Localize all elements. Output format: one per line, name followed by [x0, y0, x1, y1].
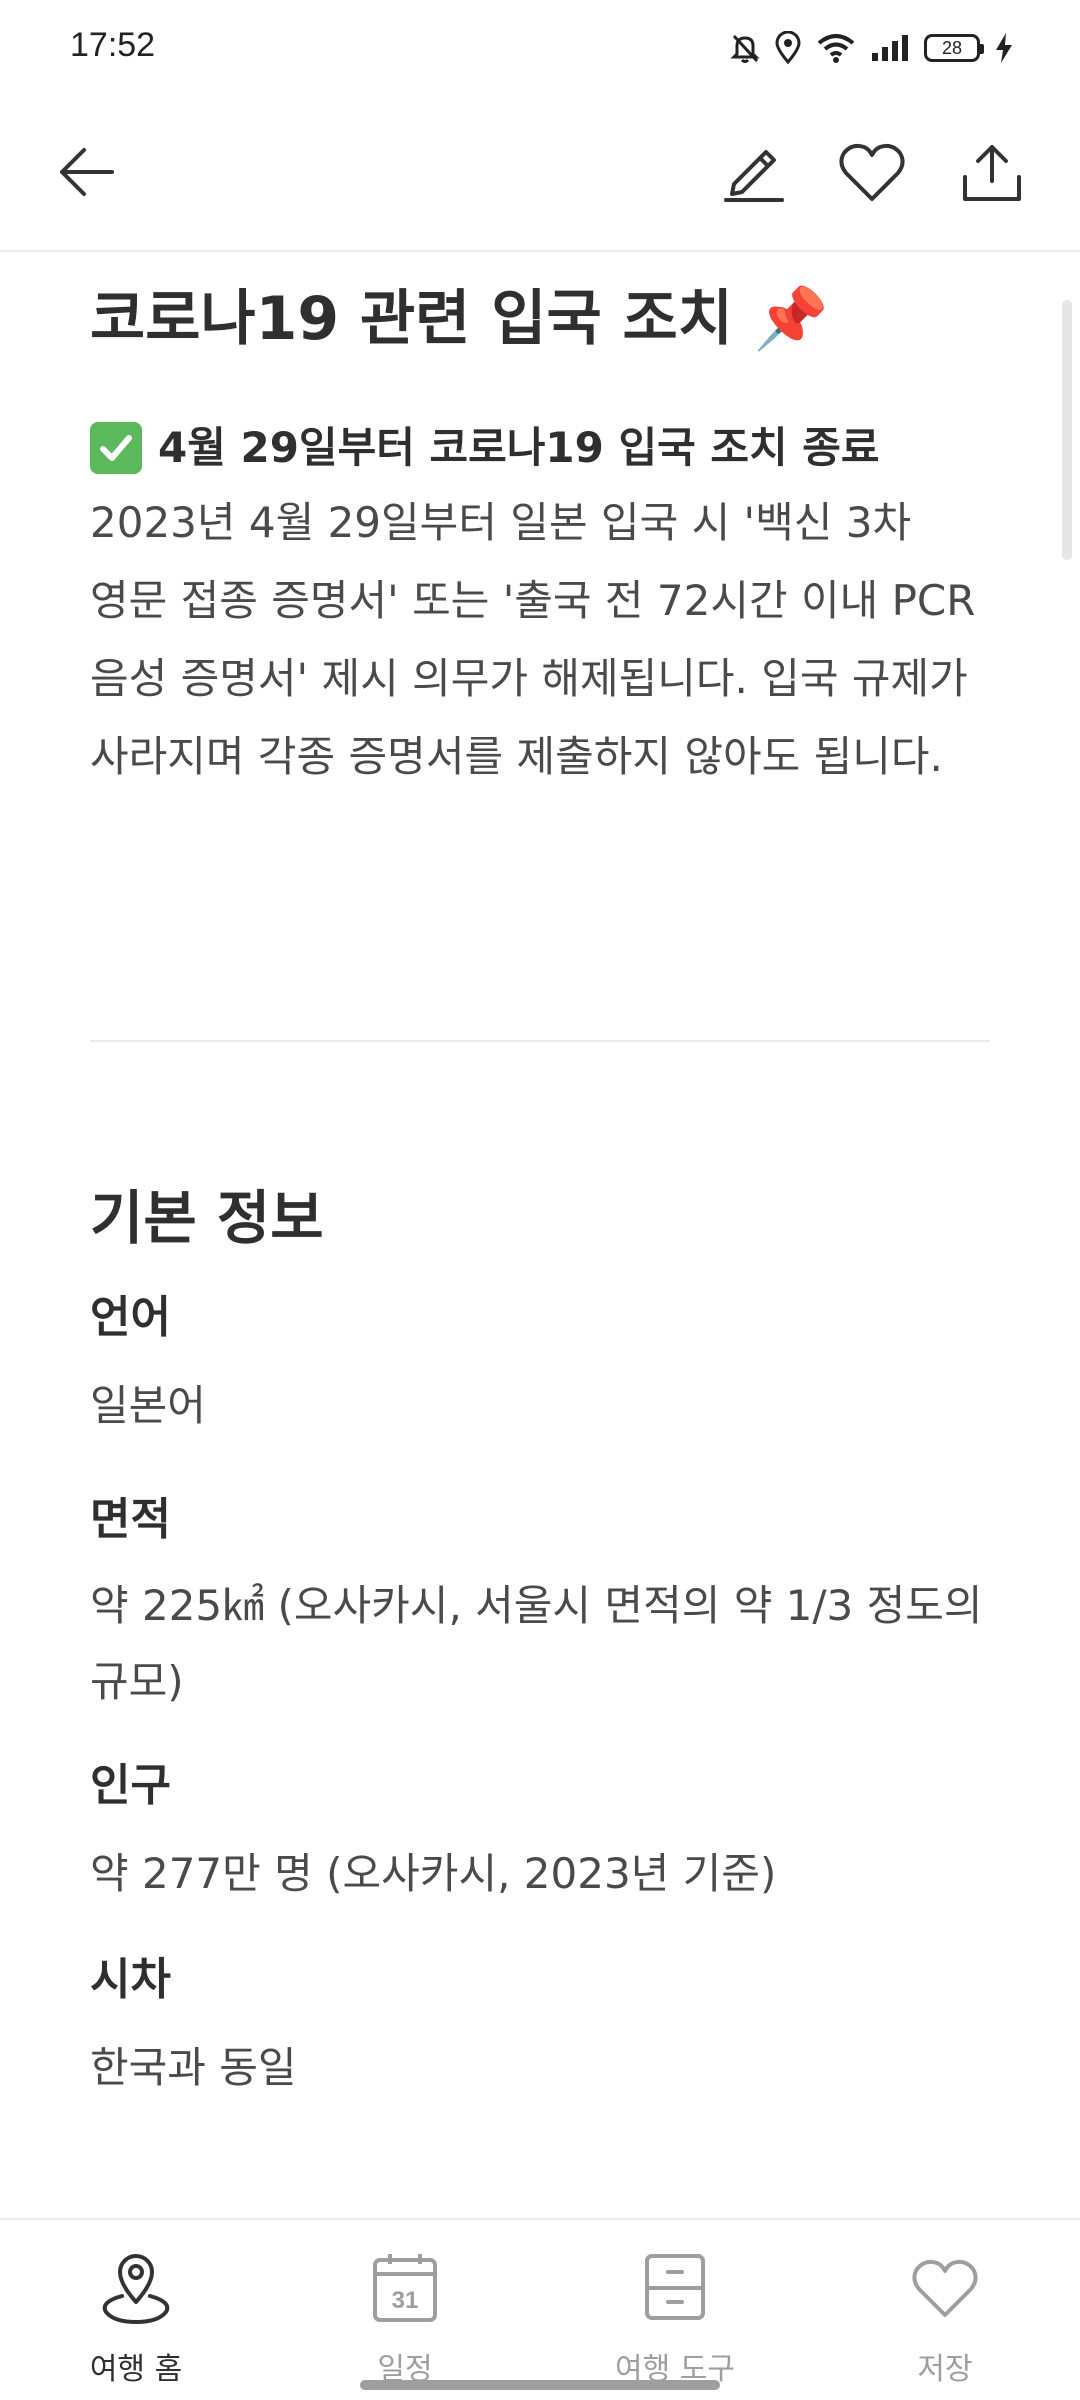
info-item-time-difference: 시차 한국과 동일: [90, 1948, 990, 2106]
battery-icon: 28: [924, 34, 984, 62]
info-item-population: 인구 약 277만 명 (오사카시, 2023년 기준): [90, 1754, 990, 1912]
screen: 17:52 28 코로나19 관련 입국 조치 📌 4월 29일부터 코로나19…: [0, 0, 1080, 2400]
info-item-value: 한국과 동일: [90, 2043, 297, 2092]
bottom-navigation: 여행 홈 31 일정 여행 도구 저장: [0, 2218, 1080, 2400]
nav-label: 여행 홈: [89, 2352, 183, 2387]
notice-headline-text: 4월 29일부터 코로나19 입국 조치 종료: [158, 423, 880, 472]
notice-headline: 4월 29일부터 코로나19 입국 조치 종료: [90, 416, 990, 480]
scrollbar-thumb[interactable]: [1062, 300, 1072, 560]
info-item-label: 인구: [90, 1760, 171, 1811]
nav-item-schedule[interactable]: 31 일정: [305, 2248, 505, 2388]
charging-bolt-icon: [996, 33, 1012, 63]
status-time: 17:52: [70, 26, 156, 64]
luggage-icon: [645, 2254, 705, 2320]
basic-info-section: 기본 정보 언어 일본어 면적 약 225㎢ (오사카시, 서울시 면적의 약 …: [90, 1176, 990, 2106]
info-item-label: 언어: [90, 1292, 171, 1343]
home-indicator[interactable]: [360, 2380, 720, 2390]
favorite-button[interactable]: [836, 136, 908, 208]
covid-section-title: 코로나19 관련 입국 조치 📌: [90, 284, 829, 354]
info-item-label: 면적: [90, 1494, 171, 1545]
edit-button[interactable]: [718, 136, 790, 208]
share-upload-icon: [963, 145, 1021, 201]
wifi-icon: [817, 34, 855, 63]
map-pin-icon: [102, 2254, 170, 2325]
nav-item-travel-home[interactable]: 여행 홈: [36, 2248, 236, 2388]
info-item-value: 일본어: [90, 1381, 206, 1430]
back-button[interactable]: [50, 136, 122, 208]
status-bar: 17:52 28: [0, 0, 1080, 96]
calendar-icon: 31: [373, 2254, 437, 2322]
heart-icon: [912, 2259, 978, 2317]
nav-item-saved[interactable]: 저장: [845, 2248, 1045, 2388]
section-divider: [90, 1040, 990, 1042]
covid-section: 코로나19 관련 입국 조치 📌 4월 29일부터 코로나19 입국 조치 종료…: [90, 252, 990, 796]
check-mark-icon: [90, 422, 142, 474]
info-item-area: 면적 약 225㎢ (오사카시, 서울시 면적의 약 1/3 정도의 규모): [90, 1488, 990, 1720]
status-icons: 28: [730, 28, 1014, 68]
calendar-day: 31: [392, 2287, 419, 2314]
signal-icon: [872, 35, 908, 61]
top-app-bar: [0, 96, 1080, 252]
nav-item-travel-tools[interactable]: 여행 도구: [575, 2248, 775, 2388]
heart-icon: [839, 143, 905, 201]
basic-info-title: 기본 정보: [90, 1184, 324, 1252]
arrow-left-icon: [60, 148, 114, 196]
info-item-language: 언어 일본어: [90, 1286, 990, 1444]
share-button[interactable]: [956, 136, 1028, 208]
pencil-icon: [724, 150, 784, 202]
mute-bell-icon: [730, 34, 760, 63]
location-icon: [775, 31, 801, 65]
info-item-value: 약 225㎢ (오사카시, 서울시 면적의 약 1/3 정도의 규모): [90, 1581, 983, 1706]
info-item-label: 시차: [90, 1954, 171, 2005]
notice-body: 2023년 4월 29일부터 일본 입국 시 '백신 3차 영문 접종 증명서'…: [90, 498, 976, 781]
info-item-value: 약 277만 명 (오사카시, 2023년 기준): [90, 1849, 777, 1898]
nav-label: 저장: [917, 2352, 973, 2387]
